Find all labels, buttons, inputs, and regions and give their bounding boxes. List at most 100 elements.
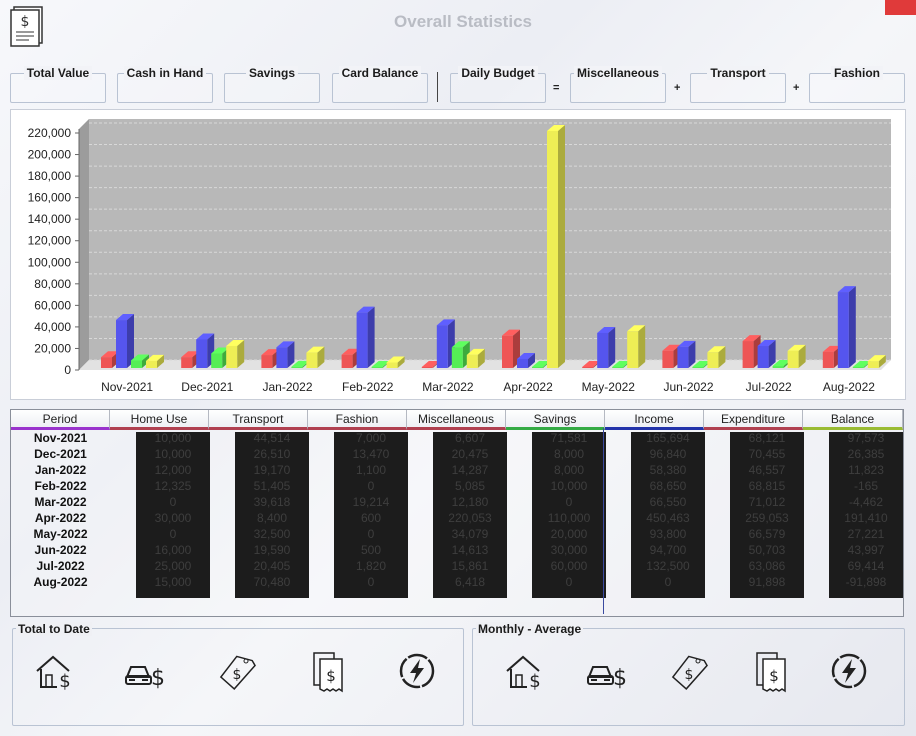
- table-cell: 26,510: [253, 447, 291, 461]
- table-cell: 58,380: [649, 463, 687, 477]
- lightning-icon[interactable]: [395, 649, 439, 693]
- fashion-field[interactable]: Fashion: [809, 66, 905, 103]
- card-balance-field[interactable]: Card Balance: [332, 66, 428, 103]
- table-cell: 71,012: [748, 495, 786, 509]
- savings-field[interactable]: Savings: [224, 66, 320, 103]
- table-row[interactable]: May-2022 0 32,500 0 34,079 20,000 93,800 66,579…: [11, 526, 903, 542]
- table-cell: Jun-2022: [34, 543, 87, 557]
- cash-in-hand-field[interactable]: Cash in Hand: [117, 66, 213, 103]
- column-header[interactable]: Period: [11, 410, 110, 430]
- monthly-average-panel: Monthly - Average $ $ $ $: [472, 622, 905, 726]
- table-divider: [603, 428, 604, 614]
- table-cell: 259,053: [745, 511, 789, 525]
- bar: [466, 354, 478, 368]
- table-cell: Apr-2022: [34, 511, 87, 525]
- column-header[interactable]: Fashion: [308, 410, 407, 430]
- table-row[interactable]: Mar-2022 0 39,618 19,214 12,180 0 66,550 71,012…: [11, 494, 903, 510]
- table-cell: 10,000: [550, 479, 588, 493]
- total-value-field[interactable]: Total Value: [10, 66, 106, 103]
- table-row[interactable]: Feb-2022 12,325 51,405 0 5,085 10,000 68,650 68…: [11, 478, 903, 494]
- table-cell: 5,085: [454, 479, 486, 493]
- table-cell: 1,100: [355, 463, 387, 477]
- plus-sign: +: [674, 82, 681, 94]
- bar: [291, 366, 303, 368]
- column-header[interactable]: Miscellaneous: [407, 410, 506, 430]
- y-tick-label: 200,000: [28, 148, 72, 162]
- table-row[interactable]: Dec-2021 10,000 26,510 13,470 20,475 8,000 96,…: [11, 446, 903, 462]
- bar: [502, 335, 513, 368]
- chart-back-wall: [89, 119, 891, 360]
- transport-field[interactable]: Transport: [690, 66, 786, 103]
- receipt-dollar-icon[interactable]: $: [306, 649, 350, 693]
- bar: [772, 366, 784, 368]
- table-cell: 43,997: [847, 543, 885, 557]
- house-dollar-icon[interactable]: $: [33, 649, 77, 693]
- table-cell: 70,480: [253, 575, 291, 589]
- table-cell: 19,170: [253, 463, 291, 477]
- table-cell: 20,405: [253, 559, 291, 573]
- table-header: Period Home Use Transport Fashion Miscellane…: [11, 410, 903, 430]
- daily-budget-field[interactable]: Daily Budget: [450, 66, 546, 103]
- table-cell: 0: [565, 575, 573, 589]
- table-cell: Dec-2021: [34, 447, 87, 461]
- table-row[interactable]: Aug-2022 15,000 70,480 0 6,418 0 0 91,898 -91,89…: [11, 574, 903, 590]
- house-dollar-icon[interactable]: $: [503, 649, 547, 693]
- price-tag-dollar-icon[interactable]: $: [667, 649, 711, 693]
- table-cell: 11,823: [848, 463, 884, 477]
- divider: [437, 72, 438, 102]
- column-header[interactable]: Balance: [803, 410, 903, 430]
- savings-label: Savings: [245, 66, 299, 80]
- table-row[interactable]: Apr-2022 30,000 8,400 600 220,053 110,000 450,…: [11, 510, 903, 526]
- column-header[interactable]: Expenditure: [704, 410, 803, 430]
- x-tick-label: Nov-2021: [101, 380, 153, 394]
- table-row[interactable]: Nov-2021 10,000 44,514 7,000 6,607 71,581 165,…: [11, 430, 903, 446]
- bar-side: [638, 325, 646, 368]
- cash-in-hand-label: Cash in Hand: [123, 66, 207, 80]
- column-header[interactable]: Transport: [209, 410, 308, 430]
- receipt-dollar-icon[interactable]: $: [749, 649, 793, 693]
- table-cell: 0: [664, 575, 672, 589]
- equals-sign: =: [553, 82, 560, 94]
- table-row[interactable]: Jan-2022 12,000 19,170 1,100 14,287 8,000 58,3…: [11, 462, 903, 478]
- bar: [181, 357, 193, 368]
- x-tick-label: Aug-2022: [823, 380, 875, 394]
- daily-budget-label: Daily Budget: [458, 66, 538, 80]
- price-tag-dollar-icon[interactable]: $: [215, 649, 259, 693]
- bar: [211, 353, 223, 368]
- column-header[interactable]: Savings: [506, 410, 605, 430]
- table-cell: 0: [367, 575, 375, 589]
- column-header[interactable]: Income: [605, 410, 704, 430]
- table-cell: 12,325: [154, 479, 192, 493]
- car-dollar-icon[interactable]: $: [123, 649, 167, 693]
- table-cell: -165: [853, 479, 879, 493]
- svg-text:$: $: [151, 666, 165, 691]
- bar: [627, 331, 639, 368]
- table-cell: 71,581: [550, 431, 588, 445]
- bar: [261, 355, 273, 368]
- bar: [371, 367, 383, 368]
- table-cell: 12,180: [451, 495, 489, 509]
- bar: [532, 367, 543, 368]
- table-cell: 66,550: [649, 495, 687, 509]
- miscellaneous-field[interactable]: Miscellaneous: [570, 66, 666, 103]
- column-header[interactable]: Home Use: [110, 410, 209, 430]
- bar: [742, 341, 754, 368]
- table-row[interactable]: Jul-2022 25,000 20,405 1,820 15,861 60,000 132…: [11, 558, 903, 574]
- table-cell: 450,463: [646, 511, 690, 525]
- table-cell: 191,410: [844, 511, 888, 525]
- svg-text:$: $: [59, 671, 70, 692]
- car-dollar-icon[interactable]: $: [585, 649, 629, 693]
- close-button[interactable]: [885, 0, 916, 15]
- bar: [867, 361, 879, 368]
- bar: [692, 367, 704, 368]
- table-cell: 19,590: [253, 543, 291, 557]
- table-cell: 20,000: [550, 527, 588, 541]
- bar: [306, 352, 318, 368]
- table-cell: Jan-2022: [34, 463, 87, 477]
- x-tick-label: Apr-2022: [503, 380, 553, 394]
- bar: [386, 362, 398, 368]
- y-tick-label: 60,000: [34, 298, 71, 312]
- table-row[interactable]: Jun-2022 16,000 19,590 500 14,613 30,000 94,70…: [11, 542, 903, 558]
- table-cell: 6,607: [454, 431, 486, 445]
- lightning-icon[interactable]: [827, 649, 871, 693]
